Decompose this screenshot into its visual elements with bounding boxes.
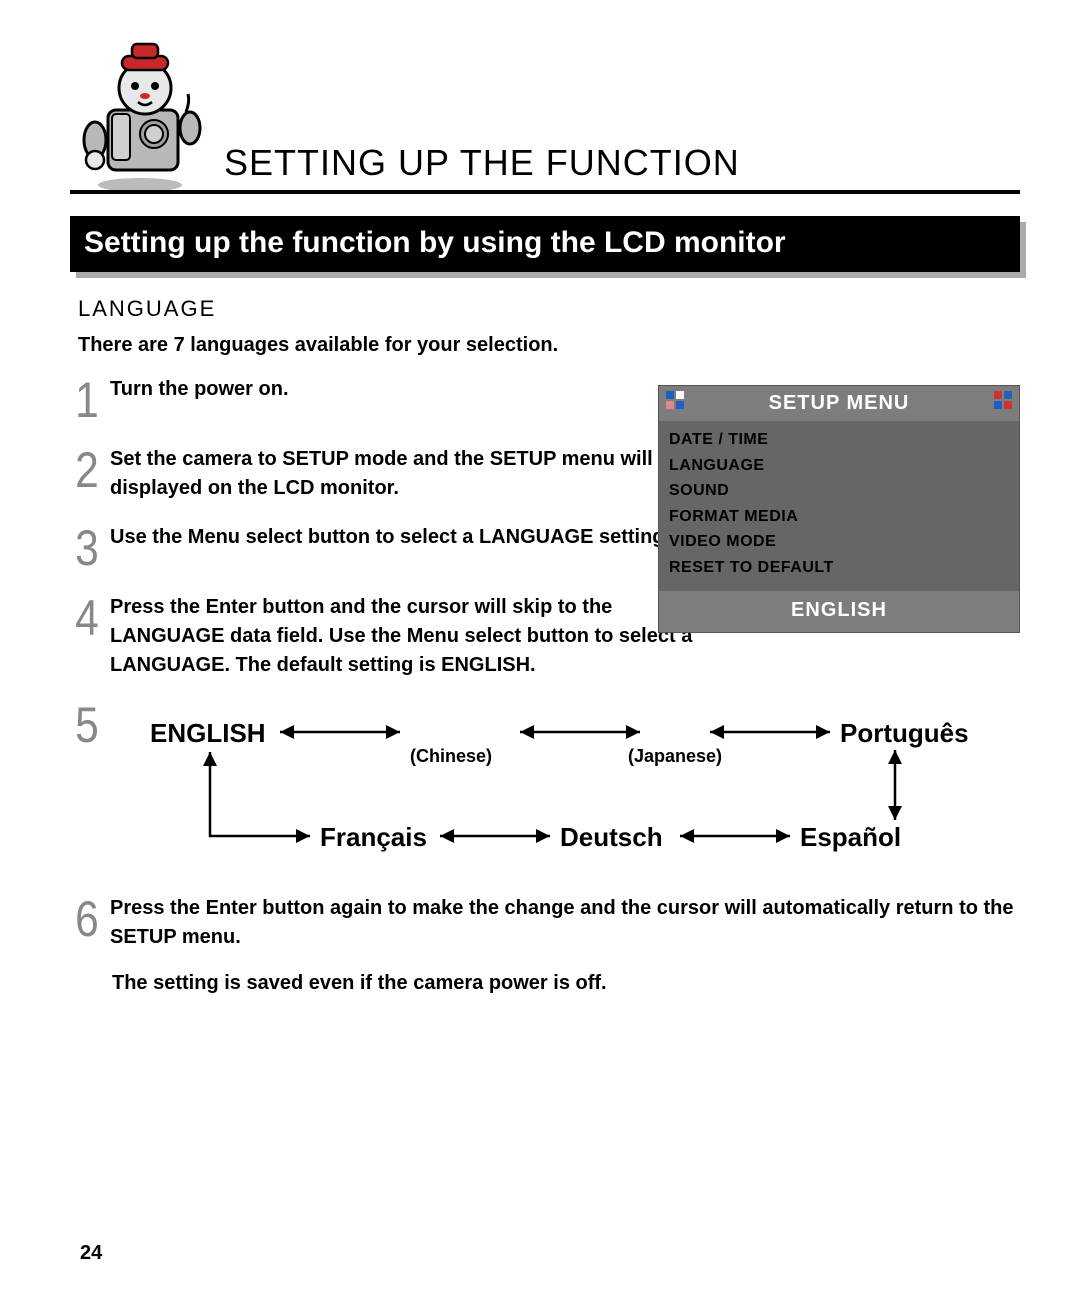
- language-chinese: (Chinese): [410, 746, 492, 767]
- double-arrow-icon: [440, 829, 550, 843]
- step-number: 5: [73, 700, 102, 750]
- step-number: 4: [73, 593, 102, 643]
- double-arrow-icon: [710, 725, 830, 739]
- section-label: LANGUAGE: [78, 296, 1020, 322]
- step-5: 5: [70, 700, 1020, 894]
- lcd-item: LANGUAGE: [669, 453, 1009, 479]
- lcd-menu-list: DATE / TIME LANGUAGE SOUND FORMAT MEDIA …: [659, 421, 1019, 591]
- lcd-preview: SETUP MENU DATE / TIME LANGUAGE SOUND FO…: [658, 385, 1020, 633]
- step-text: Press the Enter button and the cursor wi…: [110, 593, 730, 680]
- persistence-note: The setting is saved even if the camera …: [112, 972, 1020, 995]
- lcd-item: FORMAT MEDIA: [669, 504, 1009, 530]
- lcd-current-value: ENGLISH: [659, 591, 1019, 632]
- flag-icon: [993, 390, 1013, 410]
- language-portugues: Português: [840, 718, 969, 749]
- double-arrow-icon: [520, 725, 640, 739]
- page-title: SETTING UP THE FUNCTION: [224, 142, 740, 184]
- lcd-item: VIDEO MODE: [669, 529, 1009, 555]
- step-text: Turn the power on.: [110, 375, 289, 404]
- lcd-item: RESET TO DEFAULT: [669, 555, 1009, 581]
- step-text: Set the camera to SETUP mode and the SET…: [110, 445, 730, 503]
- lcd-item: SOUND: [669, 478, 1009, 504]
- step-text: Press the Enter button again to make the…: [110, 894, 1020, 952]
- mascot-icon: [70, 40, 210, 190]
- language-espanol: Español: [800, 822, 901, 853]
- page-number: 24: [80, 1242, 102, 1265]
- manual-page: SETTING UP THE FUNCTION Setting up the f…: [0, 0, 1080, 1295]
- l-connector-icon: [203, 752, 310, 843]
- step-number: 2: [73, 445, 102, 495]
- lcd-title: SETUP MENU: [769, 392, 910, 414]
- language-francais: Français: [320, 822, 427, 853]
- language-cycle-diagram: ENGLISH (Chinese) (Japanese) Português F…: [150, 714, 970, 874]
- lcd-title-bar: SETUP MENU: [659, 386, 1019, 421]
- section-banner: Setting up the function by using the LCD…: [70, 216, 1020, 272]
- double-arrow-icon: [680, 829, 790, 843]
- language-japanese: (Japanese): [628, 746, 722, 767]
- header-rule: [70, 190, 1020, 194]
- lcd-item: DATE / TIME: [669, 427, 1009, 453]
- step-number: 1: [73, 375, 102, 425]
- section-intro: There are 7 languages available for your…: [78, 334, 1020, 357]
- double-arrow-icon: [888, 750, 902, 820]
- step-6: 6 Press the Enter button again to make t…: [70, 894, 1020, 952]
- step-number: 3: [73, 523, 102, 573]
- double-arrow-icon: [280, 725, 400, 739]
- page-header: SETTING UP THE FUNCTION: [70, 40, 1020, 190]
- flag-icon: [665, 390, 685, 410]
- step-text: Use the Menu select button to select a L…: [110, 523, 670, 552]
- language-deutsch: Deutsch: [560, 822, 663, 853]
- language-english: ENGLISH: [150, 718, 266, 749]
- step-number: 6: [73, 894, 102, 944]
